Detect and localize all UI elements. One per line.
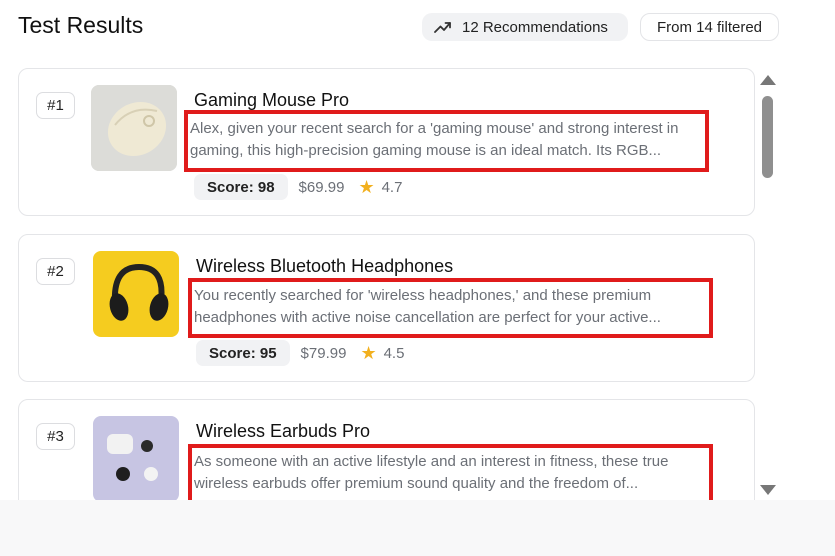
rank-badge: #1 <box>36 92 75 119</box>
filtered-chip: From 14 filtered <box>640 13 779 41</box>
product-name[interactable]: Gaming Mouse Pro <box>194 90 349 111</box>
product-image-earbuds[interactable] <box>93 416 179 500</box>
page-title: Test Results <box>18 12 144 38</box>
star-icon: ★ <box>358 177 375 197</box>
recommendations-chip: 12 Recommendations <box>422 13 628 41</box>
product-meta: Score: 98 $69.99 ★ 4.7 <box>194 174 402 200</box>
rank-badge: #2 <box>36 258 75 285</box>
scrollbar-thumb[interactable] <box>762 96 773 178</box>
description-line: gaming, this high-precision gaming mouse… <box>190 142 662 159</box>
description-line: As someone with an active lifestyle and … <box>194 453 669 470</box>
description-line: You recently searched for 'wireless head… <box>194 287 652 304</box>
product-description-highlight: Alex, given your recent search for a 'ga… <box>184 110 709 172</box>
product-description-highlight: As someone with an active lifestyle and … <box>188 444 713 500</box>
result-card[interactable]: #2 Wireless Bluetooth Headphones You rec… <box>18 234 755 382</box>
product-image-mouse[interactable] <box>91 85 177 171</box>
scroll-up-arrow-icon[interactable] <box>760 75 776 85</box>
result-card[interactable]: #3 Wireless Earbuds Pro As someone with … <box>18 399 755 500</box>
trending-up-icon <box>434 22 451 33</box>
results-list[interactable]: #1 Gaming Mouse Pro Alex, given your rec… <box>0 62 760 500</box>
product-meta: Score: 95 $79.99 ★ 4.5 <box>196 340 404 366</box>
footer-area <box>0 500 835 556</box>
product-image-headphones[interactable] <box>93 251 179 337</box>
star-icon: ★ <box>360 343 377 363</box>
product-description-highlight: You recently searched for 'wireless head… <box>188 278 713 338</box>
description-line: wireless earbuds offer premium sound qua… <box>194 475 639 492</box>
product-name[interactable]: Wireless Bluetooth Headphones <box>196 256 453 277</box>
price: $79.99 <box>300 344 347 362</box>
price: $69.99 <box>298 178 345 196</box>
product-name[interactable]: Wireless Earbuds Pro <box>196 421 370 442</box>
result-card[interactable]: #1 Gaming Mouse Pro Alex, given your rec… <box>18 68 755 216</box>
rating: 4.7 <box>381 178 403 196</box>
recommendations-count: 12 Recommendations <box>462 18 608 36</box>
vertical-scrollbar[interactable] <box>758 72 778 500</box>
filtered-count: From 14 filtered <box>656 18 763 36</box>
description-line: headphones with active noise cancellatio… <box>194 309 661 326</box>
rank-badge: #3 <box>36 423 75 450</box>
description-line: Alex, given your recent search for a 'ga… <box>190 120 679 137</box>
score-badge: Score: 95 <box>196 340 290 366</box>
rating: 4.5 <box>383 344 405 362</box>
scroll-down-arrow-icon[interactable] <box>760 485 776 495</box>
score-badge: Score: 98 <box>194 174 288 200</box>
